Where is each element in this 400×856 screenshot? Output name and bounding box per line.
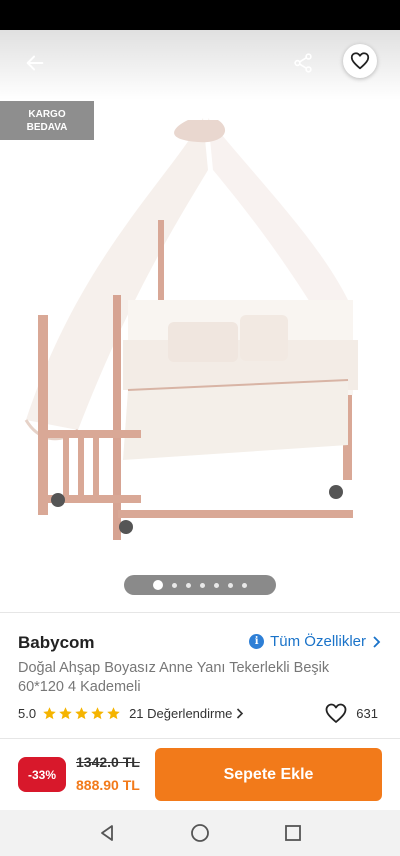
rating-value: 5.0 (18, 705, 37, 721)
pager-dot[interactable] (200, 582, 205, 588)
heart-icon (350, 52, 370, 70)
brand-name[interactable]: Babycom (18, 633, 95, 653)
add-to-cart-button[interactable]: Sepete Ekle (155, 748, 382, 801)
system-nav-bar (0, 810, 400, 856)
pager-dot[interactable] (214, 582, 219, 588)
share-icon (294, 53, 312, 73)
badge-line-2: BEDAVA (26, 122, 68, 133)
star-icon (43, 706, 56, 719)
product-image[interactable] (18, 100, 370, 540)
chevron-right-icon (237, 707, 244, 719)
star-icon (59, 706, 72, 719)
pager-dot[interactable] (172, 582, 177, 588)
nav-home-button[interactable] (180, 813, 220, 853)
gallery-top-shade (0, 30, 400, 100)
info-icon: i (249, 634, 265, 649)
arrow-left-icon (26, 55, 44, 71)
chevron-right-icon (373, 635, 381, 648)
share-button[interactable] (288, 48, 318, 78)
favorite-count-button[interactable]: 631 (324, 702, 378, 724)
status-bar (0, 0, 400, 30)
all-specs-link[interactable]: i Tüm Özellikler (249, 633, 382, 650)
star-icon (107, 706, 120, 719)
free-shipping-badge: KARGO BEDAVA (0, 101, 94, 140)
pager-dot[interactable] (186, 582, 191, 588)
back-button[interactable] (20, 48, 50, 78)
divider (0, 612, 400, 613)
triangle-back-icon (100, 825, 113, 841)
circle-home-icon (191, 824, 209, 842)
reviews-link[interactable]: 21 Değerlendirme (129, 706, 244, 721)
nav-recents-button[interactable] (273, 813, 313, 853)
reviews-label: 21 Değerlendirme (129, 705, 233, 721)
pager-dot-active[interactable] (153, 580, 163, 590)
nav-back-button[interactable] (87, 813, 127, 853)
favorite-count: 631 (356, 705, 378, 721)
product-image-gallery[interactable]: KARGO BEDAVA (0, 30, 400, 612)
old-price: 1342.0 TL (76, 754, 140, 770)
pager-dot[interactable] (242, 582, 247, 588)
product-title: Doğal Ahşap Boyasız Anne Yanı Tekerlekli… (18, 660, 330, 695)
current-price: 888.90 TL (76, 777, 140, 793)
star-icon (75, 706, 88, 719)
star-icon (91, 706, 104, 719)
favorite-button[interactable] (343, 44, 377, 78)
square-recents-icon (285, 825, 302, 841)
discount-badge: -33% (18, 757, 66, 792)
image-pager[interactable] (124, 575, 276, 595)
pager-dot[interactable] (228, 582, 233, 588)
badge-line-1: KARGO (28, 109, 66, 120)
heart-icon (325, 703, 347, 723)
rating-row: 5.0 21 Değerlendirme 631 (18, 702, 382, 724)
rating-stars (42, 706, 121, 721)
all-specs-label: Tüm Özellikler (270, 633, 366, 650)
